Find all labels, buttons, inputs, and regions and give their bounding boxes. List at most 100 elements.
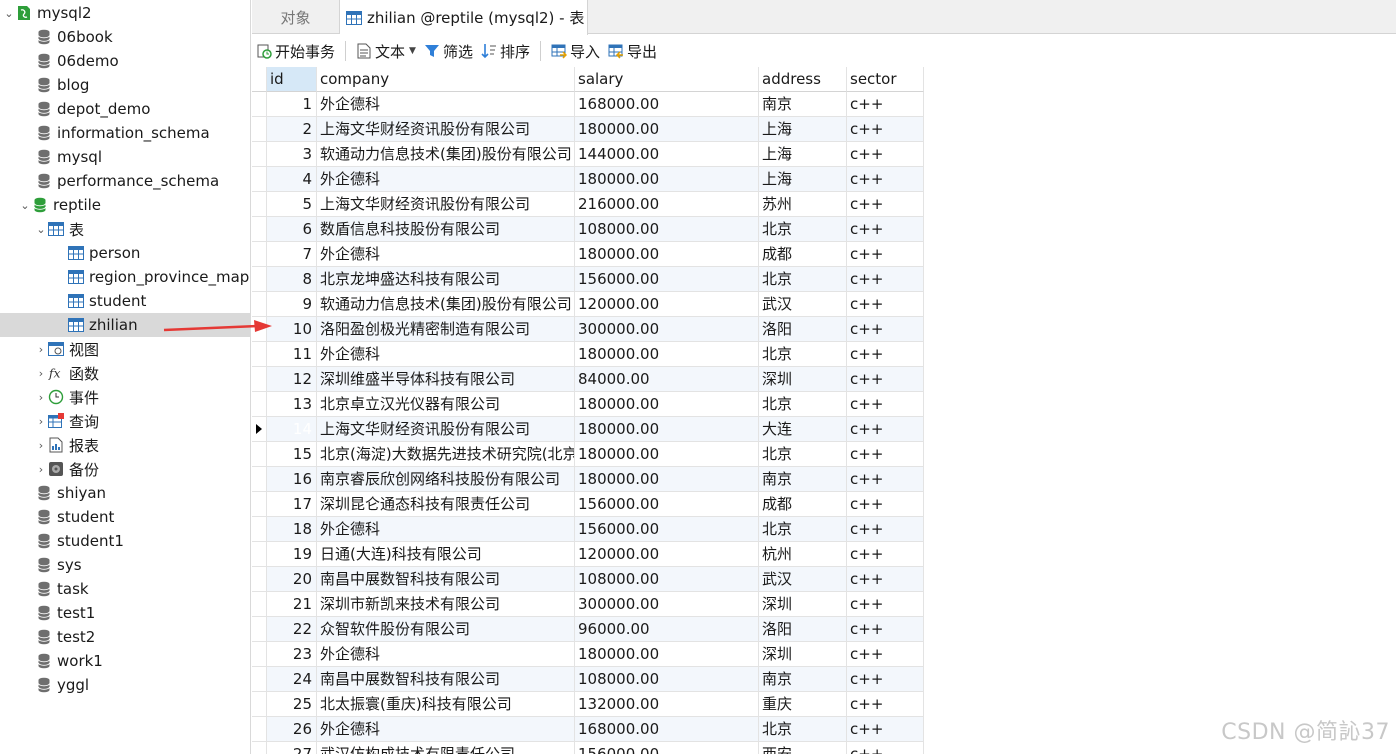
cell-address[interactable]: 上海	[759, 117, 847, 142]
tree-group-report[interactable]: › 报表	[0, 433, 250, 457]
cell-salary[interactable]: 180000.00	[575, 392, 759, 417]
row-indicator[interactable]	[252, 567, 267, 592]
cell-company[interactable]: 外企德科	[317, 517, 575, 542]
cell-sector[interactable]: c++	[847, 267, 924, 292]
cell-address[interactable]: 上海	[759, 142, 847, 167]
cell-sector[interactable]: c++	[847, 292, 924, 317]
row-indicator[interactable]	[252, 92, 267, 117]
cell-id[interactable]: 1	[267, 92, 317, 117]
table-row[interactable]: 26 外企德科 168000.00 北京 c++	[252, 717, 924, 742]
cell-sector[interactable]: c++	[847, 92, 924, 117]
tree-db-student1[interactable]: student1	[0, 529, 250, 553]
chevron-right-icon[interactable]: ›	[34, 361, 48, 385]
cell-salary[interactable]: 156000.00	[575, 517, 759, 542]
cell-address[interactable]: 北京	[759, 517, 847, 542]
cell-company[interactable]: 数盾信息科技股份有限公司	[317, 217, 575, 242]
cell-sector[interactable]: c++	[847, 192, 924, 217]
filter-button[interactable]: 筛选	[420, 38, 477, 64]
tree-db-test1[interactable]: test1	[0, 601, 250, 625]
row-indicator[interactable]	[252, 742, 267, 754]
cell-company[interactable]: 北京卓立汉光仪器有限公司	[317, 392, 575, 417]
cell-id[interactable]: 2	[267, 117, 317, 142]
tree-db-performance_schema[interactable]: performance_schema	[0, 169, 250, 193]
cell-sector[interactable]: c++	[847, 592, 924, 617]
tab-zhilian-table[interactable]: zhilian @reptile (mysql2) - 表	[340, 0, 588, 35]
cell-company[interactable]: 深圳昆仑通态科技有限责任公司	[317, 492, 575, 517]
cell-address[interactable]: 重庆	[759, 692, 847, 717]
cell-address[interactable]: 北京	[759, 267, 847, 292]
chevron-right-icon[interactable]: ›	[34, 409, 48, 433]
cell-sector[interactable]: c++	[847, 567, 924, 592]
cell-sector[interactable]: c++	[847, 342, 924, 367]
cell-id[interactable]: 5	[267, 192, 317, 217]
row-indicator[interactable]	[252, 417, 267, 442]
cell-company[interactable]: 武汉仿构成技术有限责任公司	[317, 742, 575, 754]
cell-id[interactable]: 3	[267, 142, 317, 167]
cell-address[interactable]: 北京	[759, 217, 847, 242]
row-indicator[interactable]	[252, 517, 267, 542]
table-row[interactable]: 18 外企德科 156000.00 北京 c++	[252, 517, 924, 542]
tree-group-view[interactable]: › 视图	[0, 337, 250, 361]
column-header-company[interactable]: company	[317, 67, 575, 92]
table-row[interactable]: 23 外企德科 180000.00 深圳 c++	[252, 642, 924, 667]
row-indicator[interactable]	[252, 442, 267, 467]
cell-sector[interactable]: c++	[847, 667, 924, 692]
tree-group-query[interactable]: › 查询	[0, 409, 250, 433]
cell-salary[interactable]: 156000.00	[575, 492, 759, 517]
cell-id[interactable]: 6	[267, 217, 317, 242]
table-row[interactable]: 22 众智软件股份有限公司 96000.00 洛阳 c++	[252, 617, 924, 642]
cell-id[interactable]: 24	[267, 667, 317, 692]
row-indicator[interactable]	[252, 367, 267, 392]
cell-company[interactable]: 外企德科	[317, 167, 575, 192]
cell-address[interactable]: 大连	[759, 417, 847, 442]
tab-objects[interactable]: 对象	[252, 0, 340, 34]
row-indicator[interactable]	[252, 667, 267, 692]
cell-id[interactable]: 27	[267, 742, 317, 754]
table-row[interactable]: 16 南京睿辰欣创网络科技股份有限公司 180000.00 南京 c++	[252, 467, 924, 492]
cell-company[interactable]: 上海文华财经资讯股份有限公司	[317, 192, 575, 217]
tree-db-06book[interactable]: 06book	[0, 25, 250, 49]
text-view-button[interactable]: 文本 ▼	[352, 38, 420, 64]
cell-address[interactable]: 成都	[759, 492, 847, 517]
tree-group-backup[interactable]: › 备份	[0, 457, 250, 481]
tree-table-person[interactable]: person	[0, 241, 250, 265]
column-header-id[interactable]: id	[267, 67, 317, 92]
cell-id[interactable]: 14	[267, 417, 317, 442]
cell-salary[interactable]: 108000.00	[575, 667, 759, 692]
table-row[interactable]: 7 外企德科 180000.00 成都 c++	[252, 242, 924, 267]
row-indicator[interactable]	[252, 492, 267, 517]
cell-company[interactable]: 日通(大连)科技有限公司	[317, 542, 575, 567]
table-row[interactable]: 1 外企德科 168000.00 南京 c++	[252, 92, 924, 117]
row-indicator[interactable]	[252, 192, 267, 217]
cell-company[interactable]: 北京(海淀)大数据先进技术研究院(北京	[317, 442, 575, 467]
tree-db-student[interactable]: student	[0, 505, 250, 529]
cell-id[interactable]: 26	[267, 717, 317, 742]
cell-address[interactable]: 南京	[759, 92, 847, 117]
table-row[interactable]: 24 南昌中展数智科技有限公司 108000.00 南京 c++	[252, 667, 924, 692]
cell-id[interactable]: 18	[267, 517, 317, 542]
import-button[interactable]: 导入	[547, 38, 604, 64]
tree-table-region_province_map[interactable]: region_province_map	[0, 265, 250, 289]
tree-table-student[interactable]: student	[0, 289, 250, 313]
row-indicator[interactable]	[252, 617, 267, 642]
cell-id[interactable]: 7	[267, 242, 317, 267]
table-row[interactable]: 4 外企德科 180000.00 上海 c++	[252, 167, 924, 192]
cell-salary[interactable]: 180000.00	[575, 117, 759, 142]
cell-address[interactable]: 上海	[759, 167, 847, 192]
chevron-down-icon[interactable]: ⌄	[2, 1, 16, 25]
cell-salary[interactable]: 180000.00	[575, 442, 759, 467]
cell-salary[interactable]: 180000.00	[575, 417, 759, 442]
cell-id[interactable]: 4	[267, 167, 317, 192]
cell-sector[interactable]: c++	[847, 217, 924, 242]
cell-sector[interactable]: c++	[847, 317, 924, 342]
cell-sector[interactable]: c++	[847, 617, 924, 642]
cell-id[interactable]: 15	[267, 442, 317, 467]
chevron-right-icon[interactable]: ›	[34, 385, 48, 409]
tree-connection-mysql2[interactable]: ⌄ mysql2	[0, 1, 250, 25]
cell-company[interactable]: 软通动力信息技术(集团)股份有限公司	[317, 142, 575, 167]
cell-salary[interactable]: 180000.00	[575, 167, 759, 192]
table-row[interactable]: 5 上海文华财经资讯股份有限公司 216000.00 苏州 c++	[252, 192, 924, 217]
cell-id[interactable]: 23	[267, 642, 317, 667]
cell-sector[interactable]: c++	[847, 517, 924, 542]
tree-db-information_schema[interactable]: information_schema	[0, 121, 250, 145]
